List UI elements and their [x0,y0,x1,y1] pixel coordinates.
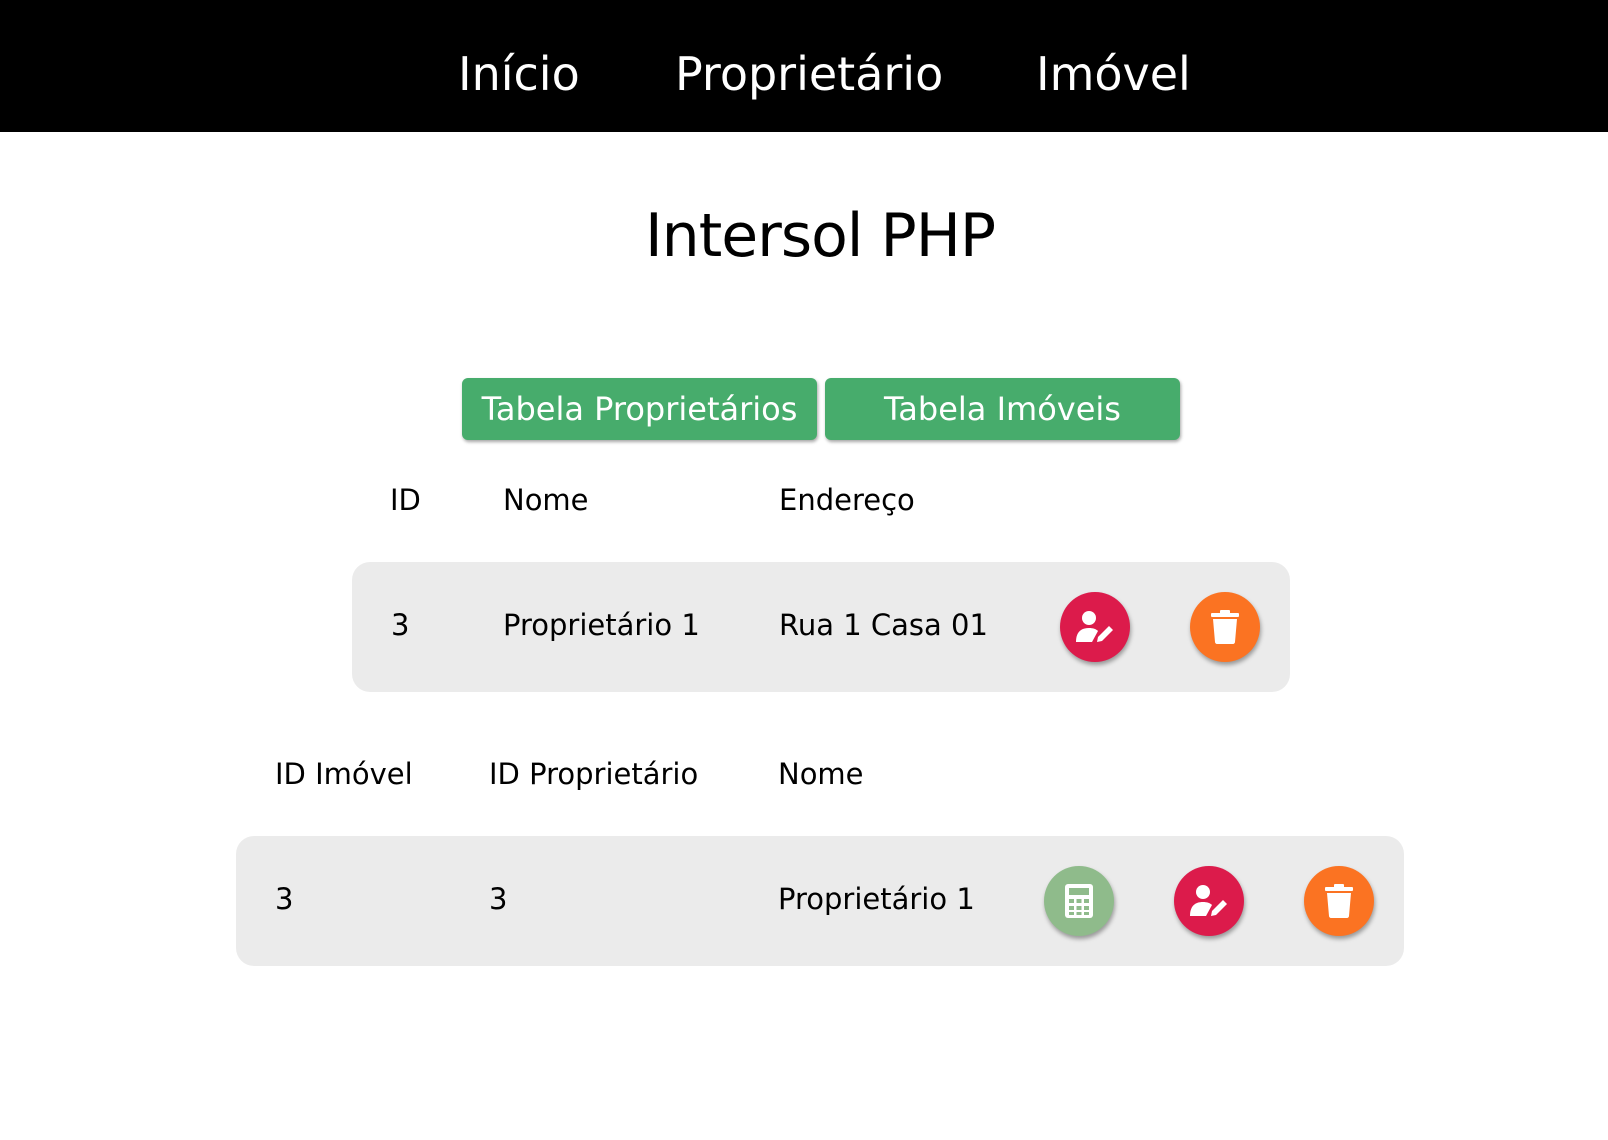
nav-link-imovel[interactable]: Imóvel [1036,44,1191,104]
calculator-icon [1065,884,1093,918]
table-row: 3 3 Proprietário 1 [236,836,1404,966]
edit-user-icon [1075,609,1115,645]
header-id: ID [390,483,421,517]
tab-imoveis-button[interactable]: Tabela Imóveis [825,378,1180,440]
cell-id-proprietario: 3 [489,882,508,916]
cell-nome: Proprietário 1 [503,608,700,642]
edit-button[interactable] [1060,592,1130,662]
header-endereco: Endereço [779,483,915,517]
tab-proprietarios-button[interactable]: Tabela Proprietários [462,378,817,440]
edit-button[interactable] [1174,866,1244,936]
header-nome: Nome [503,483,589,517]
cell-id: 3 [391,608,410,642]
trash-icon [1210,610,1240,644]
header-id-imovel: ID Imóvel [275,757,413,791]
top-navbar: Início Proprietário Imóvel [0,0,1608,132]
nav-link-inicio[interactable]: Início [458,44,580,104]
cell-endereco: Rua 1 Casa 01 [779,608,988,642]
calculate-button[interactable] [1044,866,1114,936]
edit-user-icon [1189,883,1229,919]
page-title: Intersol PHP [644,201,996,271]
header-nome: Nome [778,757,864,791]
cell-nome: Proprietário 1 [778,882,975,916]
cell-id-imovel: 3 [275,882,294,916]
nav-link-proprietario[interactable]: Proprietário [675,44,943,104]
table-row: 3 Proprietário 1 Rua 1 Casa 01 [352,562,1290,692]
trash-icon [1324,884,1354,918]
delete-button[interactable] [1190,592,1260,662]
header-id-proprietario: ID Proprietário [489,757,699,791]
delete-button[interactable] [1304,866,1374,936]
